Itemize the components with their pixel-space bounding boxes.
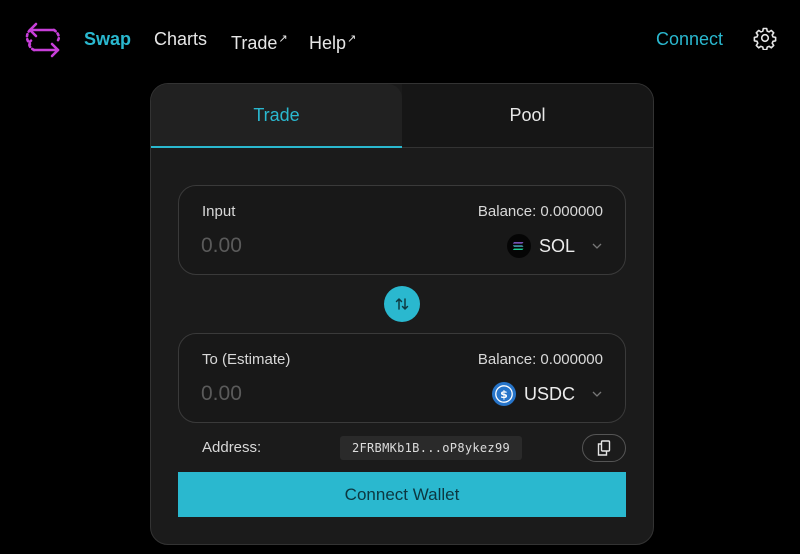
address-label: Address: bbox=[202, 439, 262, 456]
chevron-down-icon bbox=[592, 243, 602, 249]
input-token-symbol: SOL bbox=[538, 235, 575, 256]
copy-address-button[interactable] bbox=[582, 434, 626, 462]
chevron-down-icon bbox=[592, 391, 602, 397]
input-amount-field[interactable] bbox=[201, 232, 401, 260]
copy-icon bbox=[597, 440, 611, 456]
output-token-selector[interactable]: $ USDC bbox=[491, 380, 603, 408]
input-panel: Input Balance: 0.000000 SOL bbox=[178, 185, 626, 275]
input-label: Input bbox=[202, 203, 236, 220]
swap-direction-button[interactable] bbox=[384, 286, 420, 322]
output-label: To (Estimate) bbox=[202, 351, 291, 368]
connect-wallet-button[interactable]: Connect Wallet bbox=[178, 472, 626, 517]
output-amount-field[interactable] bbox=[201, 380, 401, 408]
nav-swap[interactable]: Swap bbox=[84, 28, 131, 50]
swap-arrows-logo-icon[interactable] bbox=[24, 20, 64, 60]
output-balance: Balance: 0.000000 bbox=[477, 351, 603, 368]
gear-icon[interactable] bbox=[753, 26, 777, 50]
nav-charts[interactable]: Charts bbox=[154, 28, 207, 50]
top-nav: Swap Charts Trade↗ Help↗ Connect bbox=[0, 0, 800, 78]
svg-text:$: $ bbox=[500, 388, 508, 401]
external-link-icon: ↗ bbox=[347, 33, 357, 45]
address-value: 2FRBMKb1B...oP8ykez99 bbox=[340, 436, 522, 460]
tab-trade[interactable]: Trade bbox=[151, 84, 402, 148]
usdc-token-icon: $ bbox=[491, 382, 516, 406]
output-token-symbol: USDC bbox=[523, 383, 575, 404]
tab-pool[interactable]: Pool bbox=[402, 84, 653, 148]
nav-help[interactable]: Help↗ bbox=[309, 28, 356, 54]
external-link-icon: ↗ bbox=[278, 33, 288, 45]
input-balance: Balance: 0.000000 bbox=[477, 203, 603, 220]
output-panel: To (Estimate) Balance: 0.000000 $ USDC bbox=[178, 333, 626, 423]
nav-trade[interactable]: Trade↗ bbox=[231, 28, 288, 54]
sol-token-icon bbox=[506, 234, 531, 258]
nav-help-label: Help bbox=[309, 33, 347, 53]
nav-trade-label: Trade bbox=[231, 33, 278, 53]
swap-direction-icon bbox=[395, 298, 409, 310]
input-token-selector[interactable]: SOL bbox=[506, 232, 603, 260]
tab-bar: Trade Pool bbox=[151, 84, 653, 148]
connect-link[interactable]: Connect bbox=[656, 28, 723, 50]
swap-card: Trade Pool Input Balance: 0.000000 SOL bbox=[150, 83, 654, 545]
